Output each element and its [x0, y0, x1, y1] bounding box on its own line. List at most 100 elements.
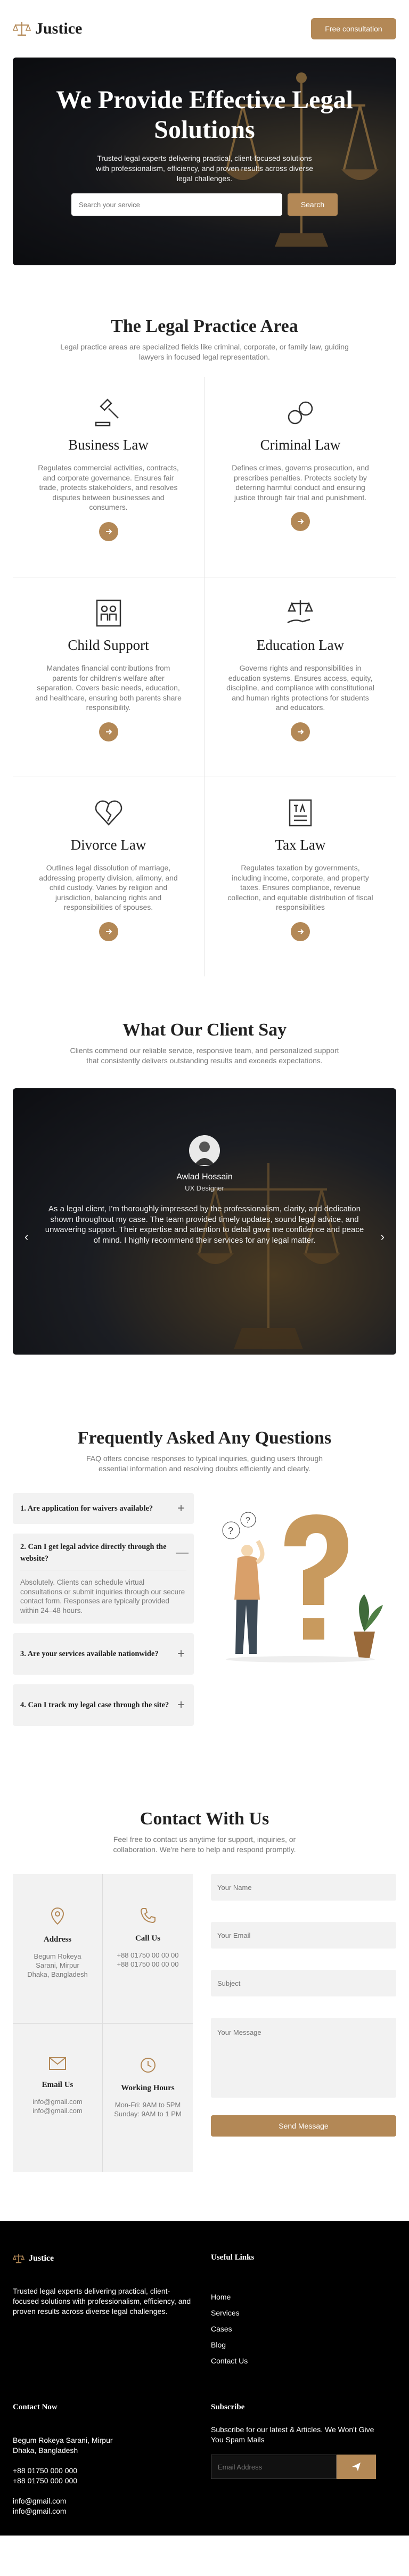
- send-icon[interactable]: [337, 2455, 376, 2479]
- footer-address-line: Dhaka, Bangladesh: [13, 2446, 78, 2455]
- footer-link-blog[interactable]: Blog: [211, 2337, 396, 2353]
- clock-icon: [140, 2058, 156, 2073]
- footer-email-line[interactable]: info@gmail.com: [13, 2496, 211, 2506]
- faq-section: Frequently Asked Any Questions FAQ offer…: [0, 1428, 409, 1735]
- scales-logo-icon: [13, 22, 31, 36]
- contact-now-title: Contact Now: [13, 2403, 58, 2411]
- testimonials-title: What Our Client Say: [122, 1020, 287, 1040]
- hours-card: Working Hours Mon-Fri: 9AM to 5PM Sunday…: [103, 2023, 193, 2172]
- practice-card-text: Mandates financial contributions from pa…: [35, 664, 182, 712]
- logo[interactable]: Justice: [13, 20, 82, 38]
- footer-link-cases[interactable]: Cases: [211, 2321, 396, 2337]
- footer-about: Trusted legal experts delivering practic…: [13, 2287, 191, 2316]
- hours-title: Working Hours: [121, 2084, 175, 2092]
- logo-text: Justice: [35, 20, 83, 37]
- subscribe-title: Subscribe: [211, 2403, 245, 2411]
- practice-card-title: Business Law: [68, 437, 149, 453]
- plus-icon[interactable]: +: [176, 1698, 186, 1713]
- arrow-right-icon[interactable]: [99, 922, 118, 941]
- faq-item[interactable]: 4. Can I track my legal case through the…: [13, 1684, 194, 1726]
- hero-subtitle: Trusted legal experts delivering practic…: [96, 154, 313, 183]
- arrow-right-icon[interactable]: [291, 512, 310, 531]
- practice-card-text: Governs rights and responsibilities in e…: [226, 664, 374, 712]
- contact-info-grid: Address Begum Rokeya Sarani, Mirpur Dhak…: [13, 1874, 193, 2172]
- hero-search-bar: Search: [13, 193, 396, 216]
- send-message-button[interactable]: Send Message: [211, 2115, 396, 2137]
- free-consultation-button[interactable]: Free consultation: [311, 18, 396, 39]
- email-title: Email Us: [42, 2081, 73, 2089]
- plus-icon[interactable]: +: [176, 1501, 186, 1516]
- phone-icon: [140, 1908, 156, 1923]
- testimonial-slider: ‹ › Awlad Hossain UX Designer As a legal…: [13, 1088, 396, 1355]
- name-field[interactable]: [211, 1874, 396, 1901]
- svg-text:?: ?: [246, 1516, 250, 1525]
- subscribe-email-input[interactable]: [211, 2455, 337, 2479]
- address-line: Sarani, Mirpur: [36, 1961, 79, 1969]
- practice-title: The Legal Practice Area: [111, 316, 298, 336]
- practice-card-criminal-law: Criminal Law Defines crimes, governs pro…: [204, 377, 396, 577]
- arrow-right-icon[interactable]: [291, 722, 310, 741]
- testimonial-quote: As a legal client, I'm thoroughly impres…: [45, 1204, 364, 1245]
- testimonials-section: What Our Client Say Clients commend our …: [0, 1020, 409, 1355]
- phone-line[interactable]: +88 01750 00 00 00: [103, 1951, 193, 1960]
- footer-contact-info: Begum Rokeya Sarani, Mirpur Dhaka, Bangl…: [13, 2435, 211, 2516]
- email-line[interactable]: info@gmail.com: [13, 2106, 102, 2115]
- chevron-right-icon[interactable]: ›: [381, 1230, 385, 1244]
- practice-card-divorce-law: Divorce Law Outlines legal dissolution o…: [13, 777, 204, 976]
- practice-card-title: Education Law: [256, 637, 345, 653]
- minus-icon[interactable]: —: [176, 1545, 189, 1560]
- call-card: Call Us +88 01750 00 00 00 +88 01750 00 …: [103, 1874, 193, 2023]
- footer-link-services[interactable]: Services: [211, 2305, 396, 2321]
- client-role: UX Designer: [185, 1184, 224, 1192]
- contact-subtitle: Feel free to contact us anytime for supp…: [113, 1835, 296, 1854]
- contact-section: Contact With Us Feel free to contact us …: [0, 1809, 409, 2172]
- footer-link-contact[interactable]: Contact Us: [211, 2353, 396, 2369]
- practice-card-education-law: Education Law Governs rights and respons…: [204, 577, 396, 777]
- footer-link-home[interactable]: Home: [211, 2289, 396, 2305]
- faq-list: 1. Are application for waivers available…: [13, 1493, 194, 1735]
- arrow-right-icon[interactable]: [99, 722, 118, 741]
- footer-phone-line[interactable]: +88 01750 000 000: [13, 2466, 211, 2476]
- footer-phone-line[interactable]: +88 01750 000 000: [13, 2476, 211, 2486]
- practice-card-title: Divorce Law: [70, 837, 146, 853]
- email-card: Email Us info@gmail.com info@gmail.com: [13, 2023, 103, 2172]
- gavel-icon: [95, 398, 119, 427]
- hero-banner: We Provide Effective Legal Solutions Tru…: [13, 58, 396, 265]
- service-search-input[interactable]: [71, 193, 282, 216]
- hours-line: Sunday: 9AM to 1 PM: [114, 2110, 182, 2118]
- call-title: Call Us: [135, 1934, 161, 1943]
- faq-item[interactable]: 3. Are your services available nationwid…: [13, 1633, 194, 1675]
- faq-answer: Absolutely. Clients can schedule virtual…: [20, 1570, 186, 1624]
- footer-logo-text: Justice: [29, 2254, 54, 2263]
- practice-card-tax-law: Tax Law Regulates taxation by government…: [204, 777, 396, 976]
- svg-text:?: ?: [228, 1526, 233, 1536]
- chevron-left-icon[interactable]: ‹: [24, 1230, 28, 1244]
- address-title: Address: [43, 1935, 72, 1944]
- practice-card-title: Criminal Law: [260, 437, 341, 453]
- testimonials-subtitle: Clients commend our reliable service, re…: [70, 1046, 339, 1065]
- faq-item[interactable]: 1. Are application for waivers available…: [13, 1493, 194, 1524]
- address-card: Address Begum Rokeya Sarani, Mirpur Dhak…: [13, 1874, 103, 2023]
- footer-email-line[interactable]: info@gmail.com: [13, 2506, 211, 2516]
- practice-card-business-law: Business Law Regulates commercial activi…: [13, 377, 204, 577]
- useful-links-list: Home Services Cases Blog Contact Us: [211, 2289, 396, 2369]
- email-field[interactable]: [211, 1922, 396, 1949]
- faq-item-expanded[interactable]: 2. Can I get legal advice directly throu…: [13, 1534, 194, 1624]
- search-button[interactable]: Search: [288, 193, 338, 216]
- contact-form: Send Message: [211, 1874, 396, 2172]
- client-name: Awlad Hossain: [176, 1172, 233, 1181]
- subscribe-form: [211, 2455, 376, 2479]
- contact-title: Contact With Us: [140, 1809, 269, 1829]
- family-icon: [96, 599, 121, 627]
- arrow-right-icon[interactable]: [99, 521, 118, 541]
- faq-title: Frequently Asked Any Questions: [77, 1428, 332, 1448]
- subject-field[interactable]: [211, 1970, 396, 1996]
- phone-line[interactable]: +88 01750 00 00 00: [103, 1960, 193, 1969]
- arrow-right-icon[interactable]: [291, 922, 310, 941]
- email-line[interactable]: info@gmail.com: [13, 2097, 102, 2106]
- practice-card-child-support: Child Support Mandates financial contrib…: [13, 577, 204, 777]
- footer-logo[interactable]: Justice: [13, 2253, 211, 2264]
- message-field[interactable]: [211, 2018, 396, 2098]
- location-pin-icon: [51, 1907, 64, 1925]
- plus-icon[interactable]: +: [176, 1646, 186, 1661]
